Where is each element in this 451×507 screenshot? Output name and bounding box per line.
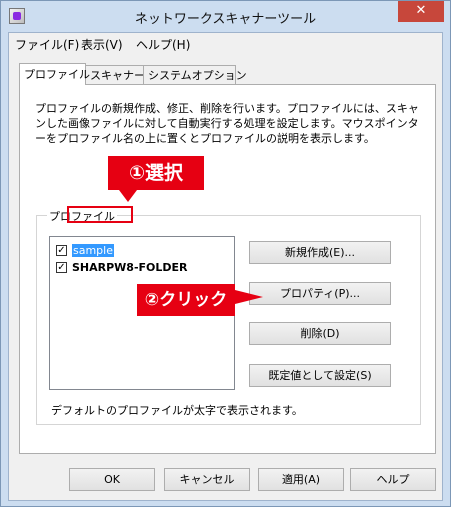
- profile-item-sample[interactable]: ✓ sample: [56, 243, 114, 259]
- tab-scanner[interactable]: スキャナー: [85, 65, 145, 84]
- menu-bar: ファイル(F) 表示(V) ヘルプ(H): [9, 33, 442, 53]
- ok-button[interactable]: OK: [69, 468, 155, 491]
- checkbox-sample[interactable]: ✓: [56, 244, 67, 256]
- select-callout-pointer: [119, 190, 137, 202]
- close-button[interactable]: ✕: [398, 1, 444, 22]
- profile-tab-panel: プロファイルの新規作成、修正、削除を行います。プロファイルには、スキャンした画像…: [19, 84, 436, 454]
- cancel-button[interactable]: キャンセル: [164, 468, 250, 491]
- menu-help[interactable]: ヘルプ(H): [136, 36, 190, 53]
- help-button[interactable]: ヘルプ: [350, 468, 436, 491]
- profile-item-sharpw8-folder[interactable]: ✓ SHARPW8-FOLDER: [56, 260, 188, 276]
- description-text: プロファイルの新規作成、修正、削除を行います。プロファイルには、スキャンした画像…: [35, 102, 419, 145]
- delete-button[interactable]: 削除(D): [249, 322, 391, 345]
- selection-highlight-box: [67, 206, 133, 223]
- menu-view[interactable]: 表示(V): [81, 36, 123, 53]
- properties-button[interactable]: プロパティ(P)...: [249, 282, 391, 305]
- set-default-button[interactable]: 既定値として設定(S): [249, 364, 391, 387]
- profile-name-sharpw8-folder: SHARPW8-FOLDER: [72, 261, 188, 274]
- tab-system-options[interactable]: システムオプション: [143, 65, 247, 84]
- click-callout: ②クリック: [137, 284, 235, 316]
- app-window: ネットワークスキャナーツール ✕ ファイル(F) 表示(V) ヘルプ(H) プロ…: [0, 0, 451, 507]
- new-profile-button[interactable]: 新規作成(E)...: [249, 241, 391, 264]
- menu-file[interactable]: ファイル(F): [15, 36, 79, 53]
- click-callout-arrow: [235, 290, 263, 304]
- tab-profile[interactable]: プロファイル: [19, 63, 90, 85]
- window-title: ネットワークスキャナーツール: [134, 12, 317, 27]
- default-footnote: デフォルトのプロファイルが太字で表示されます。: [51, 404, 303, 417]
- apply-button[interactable]: 適用(A): [258, 468, 344, 491]
- profile-groupbox: プロファイル ✓ sample ✓ SHARPW8-FOLDER 新規作成(E)..…: [36, 208, 421, 425]
- checkbox-sharpw8-folder[interactable]: ✓: [56, 261, 67, 273]
- profile-name-sample: sample: [72, 244, 114, 257]
- title-bar[interactable]: ネットワークスキャナーツール ✕: [1, 1, 450, 33]
- client-area: ファイル(F) 表示(V) ヘルプ(H) プロファイル スキャナー システムオプ…: [8, 32, 443, 501]
- select-callout: ①選択: [108, 156, 204, 190]
